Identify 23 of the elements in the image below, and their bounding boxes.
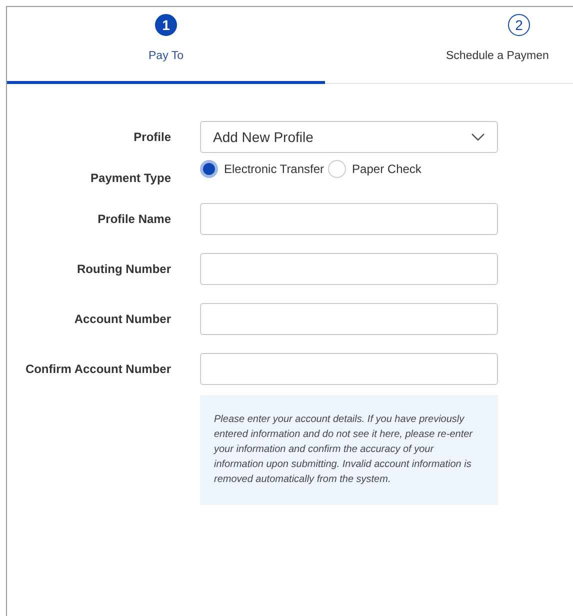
field-label: Routing Number — [76, 262, 171, 276]
profile-dropdown[interactable]: Add New Profile — [200, 121, 498, 153]
field-label: Profile — [132, 130, 171, 144]
chevron-down-icon — [471, 133, 485, 141]
radio-label[interactable]: Paper Check — [352, 162, 422, 176]
field-label: Confirm Account Number — [24, 362, 171, 376]
input-field[interactable] — [200, 353, 498, 385]
field-label: Account Number — [73, 312, 171, 326]
input-field[interactable] — [200, 203, 498, 235]
step-number: 2 — [508, 14, 530, 36]
step-number: 1 — [155, 14, 177, 36]
input-field[interactable] — [200, 303, 498, 335]
info-note: Please enter your account details. If you have previously entered information and do not see it here, please re-enter your information and confirm the accuracy of your information upon submitting. Invalid account information is removed automatically from the system. — [200, 395, 498, 505]
step-tab[interactable]: 2 Schedule a Paymen — [325, 7, 573, 84]
input-field[interactable] — [200, 253, 498, 285]
field-label: Payment Type — [90, 171, 171, 185]
step-label: Pay To — [148, 50, 184, 62]
step-tab[interactable]: 1 Pay To — [7, 7, 325, 84]
step-label: Schedule a Paymen — [446, 50, 549, 62]
radio-label[interactable]: Electronic Transfer — [224, 162, 324, 176]
field-label: Profile Name — [96, 212, 171, 226]
radio-button[interactable] — [200, 160, 218, 178]
radio-button[interactable] — [328, 160, 346, 178]
